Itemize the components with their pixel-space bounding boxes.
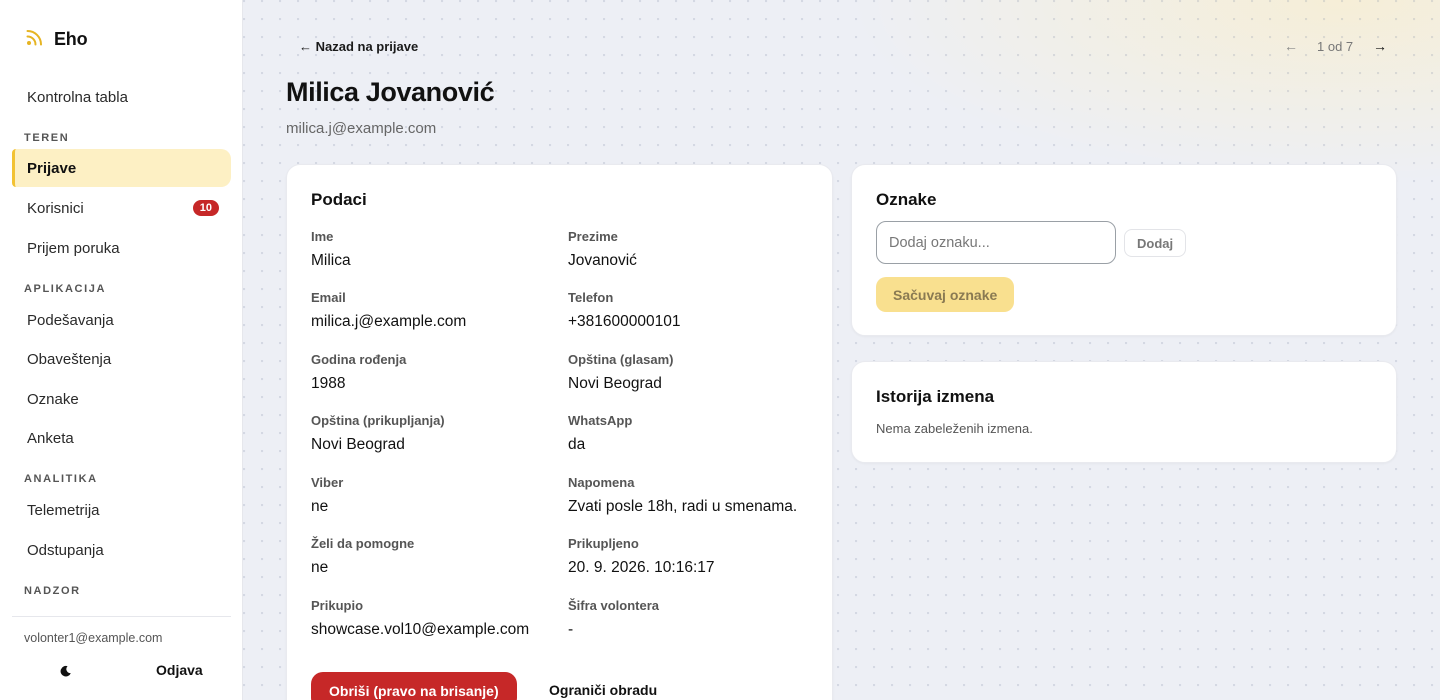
count-badge: 10 xyxy=(192,200,219,216)
field-viber: Viber ne xyxy=(311,475,551,516)
page-subtitle: milica.j@example.com xyxy=(286,120,437,137)
sidebar-item-label: Kontrolna tabla xyxy=(27,88,128,106)
page-title: Milica Jovanović xyxy=(286,77,495,107)
sidebar-item-anketa[interactable]: Anketa xyxy=(12,419,231,457)
nav-section-nadzor: NADZOR xyxy=(24,585,81,597)
sidebar-item-label: Odstupanja xyxy=(27,541,104,559)
field-zeli-da-pomogne: Želi da pomogne ne xyxy=(311,536,551,577)
field-sifra-volontera: Šifra volontera - xyxy=(568,598,808,639)
field-opstina-glasam: Opština (glasam) Novi Beograd xyxy=(568,352,808,393)
moon-icon[interactable] xyxy=(56,662,74,680)
field-label: WhatsApp xyxy=(568,413,633,428)
arrow-right-icon[interactable]: → xyxy=(1373,38,1387,54)
main-content: ← Nazad na prijave ← 1 od 7 → Milica Jov… xyxy=(243,0,1440,700)
pager-status: 1 od 7 xyxy=(1317,39,1354,54)
card-title: Podaci xyxy=(311,190,367,209)
sidebar-item-prijave[interactable]: Prijave xyxy=(12,149,231,187)
tag-input[interactable] xyxy=(876,221,1116,264)
field-value: Jovanović xyxy=(568,252,637,269)
field-value: milica.j@example.com xyxy=(311,313,467,330)
sidebar-item-dashboard[interactable]: Kontrolna tabla xyxy=(12,78,231,116)
field-value: 20. 9. 2026. 10:16:17 xyxy=(568,559,715,576)
sidebar-item-label: Podešavanja xyxy=(27,311,114,329)
field-godina-rodjenja: Godina rođenja 1988 xyxy=(311,352,551,393)
field-value: +381600000101 xyxy=(568,313,681,330)
field-email: Email milica.j@example.com xyxy=(311,290,551,331)
history-empty-text: Nema zabeleženih izmena. xyxy=(876,421,1033,436)
back-link[interactable]: ← Nazad na prijave xyxy=(299,39,418,54)
field-label: Ime xyxy=(311,229,334,244)
field-label: Telefon xyxy=(568,290,614,305)
field-prikupio: Prikupio showcase.vol10@example.com xyxy=(311,598,551,639)
field-prikupljeno: Prikupljeno 20. 9. 2026. 10:16:17 xyxy=(568,536,808,577)
sidebar-item-label: Obaveštenja xyxy=(27,350,112,368)
field-label: Email xyxy=(311,290,346,305)
field-label: Prikupio xyxy=(311,598,364,613)
history-card: Istorija izmena Nema zabeleženih izmena. xyxy=(851,361,1397,463)
sidebar-item-label: Prijem poruka xyxy=(27,239,120,257)
field-label: Opština (glasam) xyxy=(568,352,674,367)
details-card: Podaci Ime Milica Prezime Jovanović Emai… xyxy=(286,164,833,700)
field-value: 1988 xyxy=(311,375,346,392)
field-value: - xyxy=(568,621,574,638)
sidebar-item-oznake[interactable]: Oznake xyxy=(12,380,231,418)
sidebar-item-odstupanja[interactable]: Odstupanja xyxy=(12,531,231,569)
sidebar-item-podesavanja[interactable]: Podešavanja xyxy=(12,301,231,339)
sidebar-item-label: Prijave xyxy=(27,159,77,177)
sidebar-item-label: Anketa xyxy=(27,429,74,447)
user-email: volonter1@example.com xyxy=(24,631,163,645)
sidebar-item-prijem-poruka[interactable]: Prijem poruka xyxy=(12,229,231,267)
field-label: Želi da pomogne xyxy=(311,536,415,551)
sidebar-item-label: Oznake xyxy=(27,390,79,408)
field-prezime: Prezime Jovanović xyxy=(568,229,808,270)
field-value: da xyxy=(568,436,586,453)
card-title: Istorija izmena xyxy=(876,387,995,406)
field-telefon: Telefon +381600000101 xyxy=(568,290,808,331)
field-value: ne xyxy=(311,498,329,515)
field-value: Novi Beograd xyxy=(568,375,662,392)
brand[interactable]: Eho xyxy=(26,28,88,51)
nav-section-analitika: ANALITIKA xyxy=(24,473,98,485)
restrict-processing-button[interactable]: Ograniči obradu xyxy=(549,682,657,698)
sidebar: Eho Kontrolna tabla TEREN Prijave Korisn… xyxy=(0,0,243,700)
sidebar-item-label: Korisnici xyxy=(27,199,84,217)
sidebar-item-obavestenja[interactable]: Obaveštenja xyxy=(12,340,231,378)
field-label: Godina rođenja xyxy=(311,352,407,367)
field-label: Viber xyxy=(311,475,344,490)
save-tags-button[interactable]: Sačuvaj oznake xyxy=(876,277,1015,312)
field-ime: Ime Milica xyxy=(311,229,551,270)
field-value: Novi Beograd xyxy=(311,436,405,453)
sidebar-item-korisnici[interactable]: Korisnici 10 xyxy=(12,189,231,227)
arrow-left-icon[interactable]: ← xyxy=(1284,38,1298,54)
field-value: showcase.vol10@example.com xyxy=(311,621,530,638)
delete-button[interactable]: Obriši (pravo na brisanje) xyxy=(311,672,517,700)
logout-button[interactable]: Odjava xyxy=(156,662,203,678)
sidebar-item-label: Telemetrija xyxy=(27,501,100,519)
field-value: ne xyxy=(311,559,329,576)
field-label: Šifra volontera xyxy=(568,598,660,613)
field-label: Prikupljeno xyxy=(568,536,639,551)
field-value: Zvati posle 18h, radi u smenama. xyxy=(568,498,798,515)
add-tag-button[interactable]: Dodaj xyxy=(1124,229,1187,257)
sidebar-item-telemetrija[interactable]: Telemetrija xyxy=(12,491,231,529)
tags-card: Oznake Dodaj Sačuvaj oznake xyxy=(851,164,1397,336)
nav-section-teren: TEREN xyxy=(24,132,70,144)
field-value: Milica xyxy=(311,252,351,269)
rss-icon xyxy=(26,28,44,51)
field-whatsapp: WhatsApp da xyxy=(568,413,808,454)
field-label: Opština (prikupljanja) xyxy=(311,413,445,428)
field-label: Prezime xyxy=(568,229,618,244)
field-napomena: Napomena Zvati posle 18h, radi u smenama… xyxy=(568,475,808,516)
field-label: Napomena xyxy=(568,475,635,490)
app-name: Eho xyxy=(54,28,88,49)
nav-section-aplikacija: APLIKACIJA xyxy=(24,283,107,295)
card-title: Oznake xyxy=(876,190,937,209)
field-opstina-prikupljanja: Opština (prikupljanja) Novi Beograd xyxy=(311,413,551,454)
divider xyxy=(12,616,231,617)
